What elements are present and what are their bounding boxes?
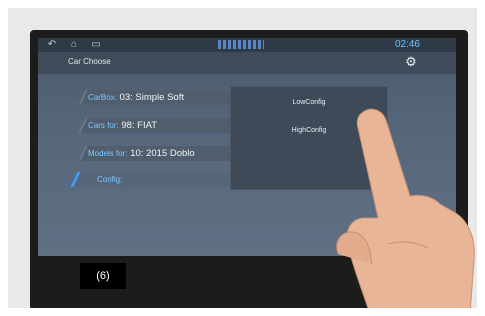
home-icon[interactable]: ⌂ bbox=[68, 39, 80, 50]
title-bar: Car Choose ⚙ bbox=[38, 52, 456, 74]
back-icon[interactable]: ↶ bbox=[46, 39, 58, 50]
gear-icon[interactable]: ⚙ bbox=[404, 55, 418, 69]
status-bar: ↶ ⌂ ▭ 02:46 bbox=[38, 38, 456, 52]
models-for-value: 10: 2015 Doblo bbox=[130, 148, 195, 159]
pointing-hand bbox=[336, 108, 475, 308]
status-indicator bbox=[218, 40, 264, 49]
photo: ↶ ⌂ ▭ 02:46 Car Choose ⚙ CarBox: 03: Sim… bbox=[8, 8, 477, 308]
step-caption: (6) bbox=[80, 263, 126, 289]
carbox-row[interactable]: CarBox: 03: Simple Soft bbox=[78, 90, 256, 105]
carbox-value: 03: Simple Soft bbox=[119, 92, 184, 103]
models-for-row[interactable]: Models for: 10: 2015 Doblo bbox=[78, 146, 256, 161]
models-for-label: Models for: bbox=[88, 149, 128, 158]
recent-apps-icon[interactable]: ▭ bbox=[90, 39, 102, 50]
page-title: Car Choose bbox=[68, 57, 111, 66]
cars-for-label: Cars for: bbox=[88, 121, 119, 130]
clock: 02:46 bbox=[394, 39, 420, 50]
config-label: Config: bbox=[97, 175, 123, 184]
cars-for-row[interactable]: Cars for: 98: FIAT bbox=[78, 118, 256, 133]
carbox-label: CarBox: bbox=[88, 93, 117, 102]
cars-for-value: 98: FIAT bbox=[121, 120, 158, 131]
